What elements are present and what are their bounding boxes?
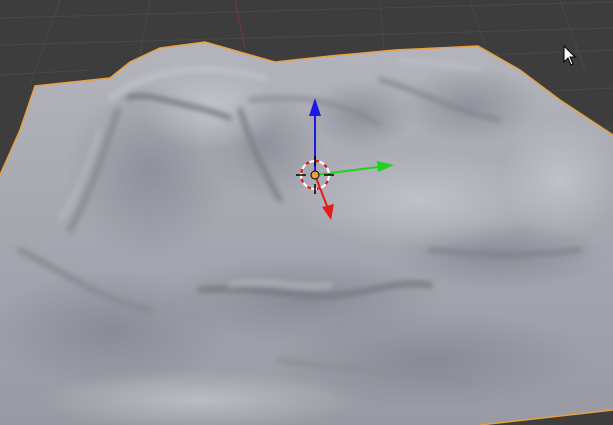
grid-line bbox=[0, 69, 91, 76]
grid-line bbox=[139, 0, 151, 56]
x-axis-line bbox=[234, 0, 246, 49]
viewport-canvas[interactable] bbox=[0, 0, 613, 425]
terrain-mesh[interactable] bbox=[0, 41, 613, 425]
grid-line bbox=[469, 0, 486, 46]
gizmo-center[interactable] bbox=[310, 170, 320, 180]
3d-viewport[interactable] bbox=[0, 0, 613, 425]
grid-line bbox=[489, 49, 613, 56]
mouse-pointer-icon bbox=[563, 44, 577, 66]
grid-line bbox=[0, 27, 613, 46]
grid-line bbox=[0, 1, 613, 19]
